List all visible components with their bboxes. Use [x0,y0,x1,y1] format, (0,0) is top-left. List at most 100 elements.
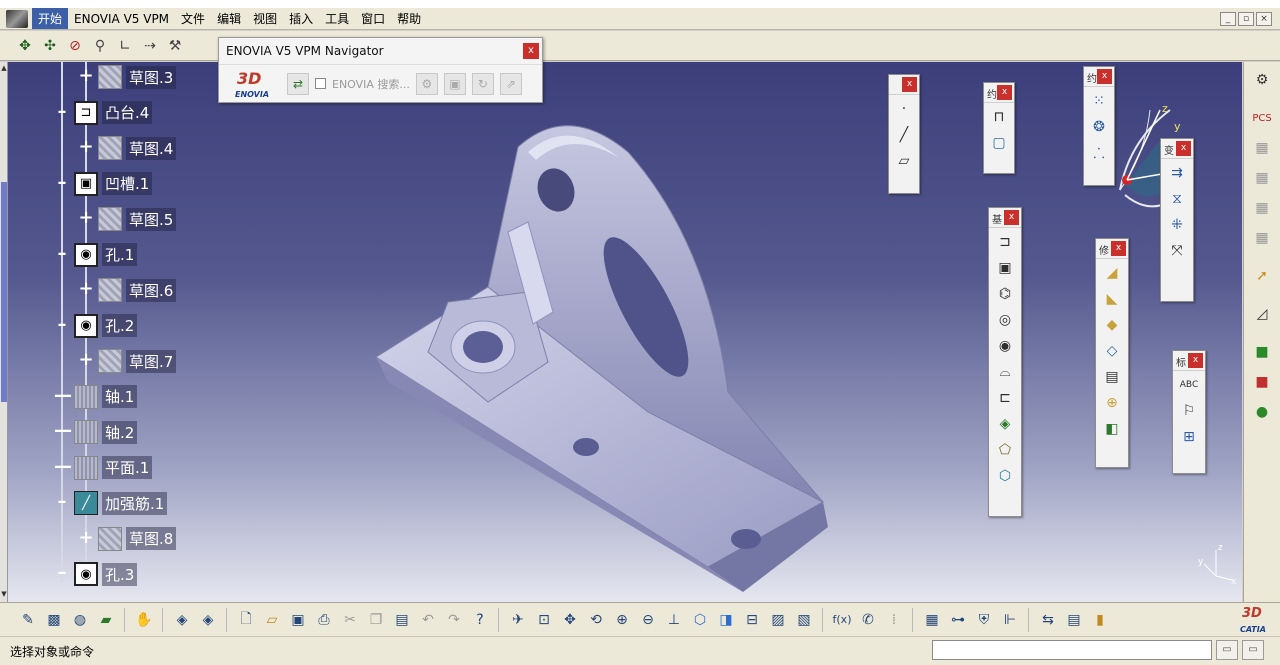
expand-icon[interactable]: + [78,528,94,547]
menu-help[interactable]: 帮助 [391,8,427,29]
annotation-palette[interactable]: 标x ABC ⚐ ⊞ [1172,350,1206,474]
whatsthis-icon[interactable]: ? [468,608,492,632]
connect-icon[interactable]: ⇄ [287,72,309,95]
move-icon[interactable]: ✥ [14,35,36,57]
pocket-icon[interactable]: ▣ [993,256,1017,280]
fit-all-icon[interactable]: ⊡ [532,608,556,632]
compare-icon[interactable]: ⇆ [1036,608,1060,632]
catalog-icon[interactable]: ▤ [1062,608,1086,632]
remove-icon[interactable]: ⬡ [993,464,1017,488]
tree-node[interactable]: — 平面.1 [54,455,153,481]
table-icon[interactable]: ▦ [920,608,944,632]
scroll-thumb[interactable] [1,182,7,402]
zoom-in-icon[interactable]: ⊕ [610,608,634,632]
status-button-2[interactable]: ▭ [1242,640,1264,660]
gear-icon[interactable]: ⚙ [1250,68,1274,92]
hole-icon[interactable]: ◉ [993,334,1017,358]
collapse-icon[interactable]: – [54,102,70,121]
comment-icon[interactable]: ✆ [856,608,880,632]
minimize-button[interactable]: _ [1220,11,1236,26]
tree-node[interactable]: – ⊐ 凸台.4 [54,100,153,126]
collapse-icon[interactable]: – [54,315,70,334]
tree-node[interactable]: – ◉ 孔.3 [54,561,138,587]
hand-icon[interactable]: ✋ [132,608,156,632]
mirror-icon[interactable]: ⧖ [1165,187,1189,211]
axis-icon[interactable]: ⇢ [139,35,161,57]
close-button[interactable]: × [1256,11,1272,26]
shell-icon[interactable]: ◇ [1100,339,1124,363]
menu-enovia[interactable]: ENOVIA V5 VPM [68,10,175,28]
tree-icon[interactable]: ⊶ [946,608,970,632]
reference-palette[interactable]: x · ╱ ▱ [888,74,920,194]
save-icon[interactable]: ▣ [443,72,466,95]
palette-close-button[interactable]: x [997,85,1012,100]
redo-icon[interactable]: ↷ [442,608,466,632]
slot-icon[interactable]: ⊏ [993,386,1017,410]
part4-icon[interactable]: ▦ [1250,226,1274,250]
pcs-icon[interactable]: PCS [1250,106,1274,130]
no-entry-icon[interactable]: ⊘ [64,35,86,57]
remove-face-icon[interactable]: ◧ [1100,417,1124,441]
collapse-icon[interactable]: – [54,564,70,582]
measure-icon[interactable]: ⊩ [998,608,1022,632]
chamfer-icon[interactable]: ◣ [1100,287,1124,311]
cut-icon[interactable]: ✂ [338,608,362,632]
navigator-close-button[interactable]: x [523,43,539,59]
user-pattern-icon[interactable]: ⸫ [1087,141,1111,165]
draft-icon[interactable]: ◆ [1100,313,1124,337]
collapse-icon[interactable]: – [54,244,70,263]
map-icon[interactable]: ▩ [42,608,66,632]
rotate-icon[interactable]: ✣ [39,35,61,57]
part-icon[interactable]: ▦ [1250,136,1274,160]
copy-icon[interactable]: ❐ [364,608,388,632]
circular-pattern-icon[interactable]: ❂ [1087,115,1111,139]
swap-icon[interactable]: ▨ [766,608,790,632]
dress-up-palette[interactable]: 修x ◢ ◣ ◆ ◇ ▤ ⊕ ◧ [1095,238,1129,468]
line-icon[interactable]: ╱ [892,123,916,147]
thickness-icon[interactable]: ▤ [1100,365,1124,389]
wand-icon[interactable]: ⚲ [89,35,111,57]
menu-insert[interactable]: 插入 [283,8,319,29]
transform-palette[interactable]: 约x ⁙ ❂ ⸫ [1083,66,1115,186]
palette-close-button[interactable]: x [1176,141,1191,156]
tree-node[interactable]: + 草图.7 [78,348,177,374]
scale-icon[interactable]: ⤧ [1165,239,1189,263]
collapse-icon[interactable]: – [54,493,70,511]
tree-node[interactable]: – ◉ 孔.2 [54,313,138,339]
command-input[interactable] [932,640,1212,660]
rect-pattern-icon[interactable]: ⁜ [1165,213,1189,237]
shaft-icon[interactable]: ⌬ [993,282,1017,306]
3d-viewport[interactable]: + 草图.3– ⊐ 凸台.4 + 草图.4– ▣ 凹槽.1 + 草图.5– ◉ 孔.1 + 草图.6– ◉ 孔… [8,62,1242,602]
fillet-icon[interactable]: ◢ [1100,261,1124,285]
solid-icon[interactable]: ◈ [993,412,1017,436]
point-icon[interactable]: · [892,97,916,121]
layers2-icon[interactable]: ◈ [196,608,220,632]
palette-close-button[interactable]: x [1004,210,1019,225]
wrench-icon[interactable]: ⚒ [164,35,186,57]
search-checkbox[interactable] [315,78,326,89]
weld-icon[interactable]: ⊞ [1177,425,1201,449]
menu-start[interactable]: 开始 [32,8,69,29]
screenshot-icon[interactable]: ▧ [792,608,816,632]
rotate-view-icon[interactable]: ⟲ [584,608,608,632]
box-icon[interactable]: ▢ [987,131,1011,155]
book-icon[interactable]: ▰ [94,608,118,632]
green-circle-icon[interactable]: ● [1250,400,1274,424]
translate-icon[interactable]: ⇉ [1165,161,1189,185]
constraint-palette[interactable]: 约x ⊓ ▢ [983,82,1015,174]
render-icon[interactable]: ◨ [714,608,738,632]
tree-node[interactable]: + 草图.4 [78,135,177,161]
palette-close-button[interactable]: x [1188,353,1203,368]
sketch-based-palette[interactable]: 基x ⊐ ▣ ⌬ ◎ ◉ ⌓ ⊏ ◈ ⬠ ⬡ [988,207,1022,517]
thread-icon[interactable]: ⊕ [1100,391,1124,415]
zoom-out-icon[interactable]: ⊖ [636,608,660,632]
globe-icon[interactable]: ◍ [68,608,92,632]
iso-view-icon[interactable]: ⬡ [688,608,712,632]
expand-icon[interactable]: + [78,138,94,156]
tree-node[interactable]: – ◉ 孔.1 [54,242,138,268]
scroll-down-icon[interactable]: ▼ [0,590,8,600]
tree-node[interactable]: — 轴.1 [54,384,138,410]
boolean-palette[interactable]: 变x ⇉ ⧖ ⁜ ⤧ [1160,138,1194,302]
plane-icon[interactable]: ▱ [892,149,916,173]
pattern-icon[interactable]: ⁙ [1087,89,1111,113]
